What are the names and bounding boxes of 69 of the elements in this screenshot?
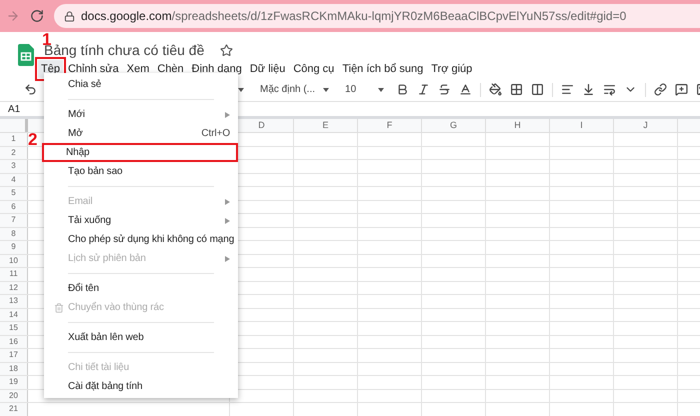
row-header[interactable]: 20: [0, 390, 28, 402]
font-dropdown[interactable]: Mặc định (...: [260, 82, 330, 97]
menu-item[interactable]: Chỉnh sửa: [64, 60, 122, 78]
caret-icon: [323, 88, 330, 92]
row-header[interactable]: 16: [0, 336, 28, 348]
name-box[interactable]: A1: [8, 102, 20, 116]
row-header[interactable]: 10: [0, 254, 28, 267]
row-header[interactable]: 4: [0, 174, 28, 186]
file-menu-item[interactable]: Chia sẻ: [44, 75, 238, 94]
star-icon[interactable]: [220, 44, 234, 56]
spreadsheet-logo-icon[interactable]: [18, 44, 34, 66]
row-header[interactable]: 5: [0, 187, 28, 200]
column-header[interactable]: J: [614, 119, 678, 132]
bold-icon[interactable]: [396, 83, 410, 96]
reload-icon[interactable]: [30, 9, 44, 23]
text-color-icon[interactable]: [459, 83, 472, 96]
row-header[interactable]: 13: [0, 295, 28, 308]
link-icon[interactable]: [654, 83, 668, 96]
menu-item[interactable]: Tiện ích bổ sung: [339, 60, 426, 78]
row-header[interactable]: 21: [0, 403, 28, 416]
shortcut-text: Ctrl+O: [201, 127, 230, 141]
file-menu-item[interactable]: Xuất bản lên web: [44, 328, 238, 347]
column-header[interactable]: I: [550, 119, 614, 132]
file-menu-item[interactable]: Tải xuống: [44, 211, 238, 230]
row-header[interactable]: 2: [0, 146, 28, 159]
row-header[interactable]: 18: [0, 362, 28, 375]
fill-color-icon[interactable]: [489, 83, 502, 96]
align-icon[interactable]: [561, 83, 574, 96]
strikethrough-icon[interactable]: [438, 83, 452, 96]
row-header[interactable]: 15: [0, 322, 28, 334]
url-text: docs.google.com/spreadsheets/d/1zFwasRCKmMAku-lqmjYR0zM6BeaaClBCpvElYuN57ss/edit#gid=0: [81, 8, 626, 25]
column-header[interactable]: G: [422, 119, 486, 132]
wrap-icon[interactable]: [603, 83, 616, 96]
file-menu-item[interactable]: Nhập: [42, 143, 238, 162]
undo-icon[interactable]: [24, 83, 37, 96]
caret-icon: [378, 88, 384, 92]
address-field[interactable]: docs.google.com/spreadsheets/d/1zFwasRCKmMAku-lqmjYR0zM6BeaaClBCpvElYuN57ss/edit#gid=0: [54, 4, 700, 28]
lock-icon: [64, 10, 75, 22]
file-menu-item[interactable]: Đổi tên: [44, 279, 238, 298]
menu-item[interactable]: Chèn: [154, 60, 187, 78]
italic-icon[interactable]: [417, 83, 430, 96]
row-header[interactable]: 8: [0, 228, 28, 240]
vertical-align-icon[interactable]: [582, 83, 596, 96]
row-header[interactable]: 6: [0, 200, 28, 213]
column-header[interactable]: F: [358, 119, 422, 132]
comment-icon[interactable]: [675, 83, 688, 96]
menu-item[interactable]: Công cụ: [290, 60, 338, 78]
row-header[interactable]: 1: [0, 133, 28, 146]
row-header[interactable]: 9: [0, 241, 28, 254]
file-menu-item[interactable]: Tạo bản sao: [44, 162, 238, 181]
font-size-dropdown[interactable]: 10: [345, 82, 384, 97]
column-header[interactable]: E: [294, 119, 358, 132]
row-header[interactable]: 17: [0, 349, 28, 362]
menu-item[interactable]: Định dạng: [188, 60, 245, 78]
row-header[interactable]: 12: [0, 282, 28, 294]
row-header[interactable]: 3: [0, 160, 28, 172]
menu-item[interactable]: Trợ giúp: [428, 60, 476, 78]
row-header[interactable]: 14: [0, 308, 28, 321]
step-number: 2: [28, 131, 38, 148]
menu-item[interactable]: Dữ liệu: [246, 60, 288, 78]
merge-icon[interactable]: [531, 83, 544, 96]
borders-icon[interactable]: [510, 83, 524, 96]
menu-item[interactable]: Xem: [124, 60, 152, 78]
row-header[interactable]: 19: [0, 376, 28, 388]
column-header[interactable]: H: [486, 119, 550, 132]
file-menu-item[interactable]: Cho phép sử dụng khi không có mạng: [44, 230, 238, 249]
file-menu-item[interactable]: Cài đặt bảng tính: [44, 377, 238, 396]
row-header[interactable]: 11: [0, 268, 28, 280]
row-header[interactable]: 7: [0, 214, 28, 226]
